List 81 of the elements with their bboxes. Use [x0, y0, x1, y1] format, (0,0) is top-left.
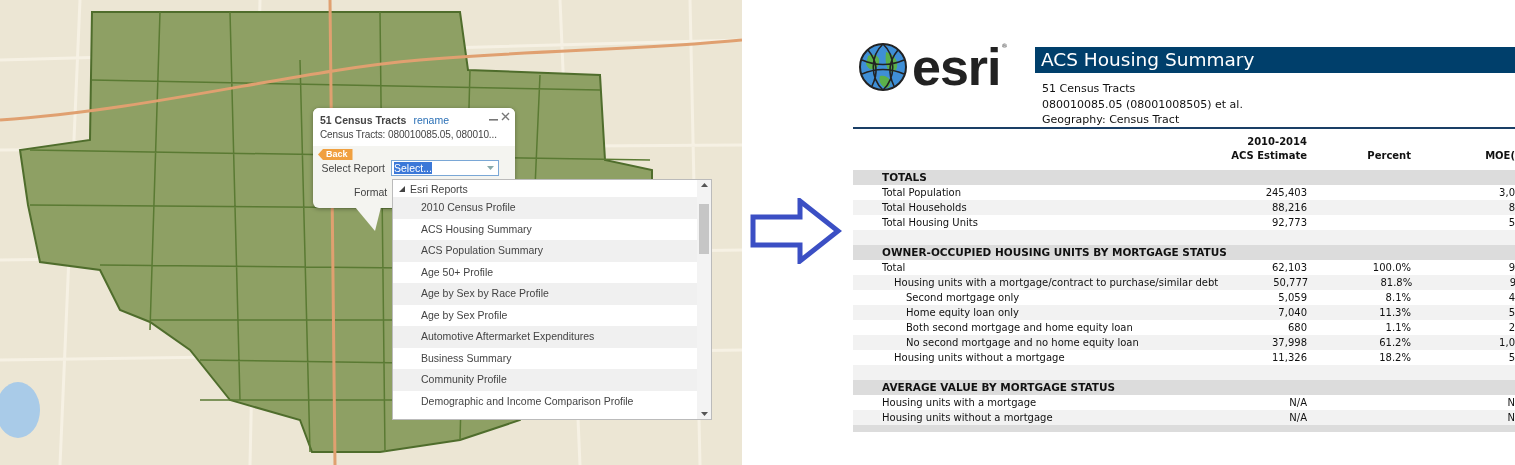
report-option[interactable]: Community Profile — [393, 369, 697, 391]
column-heading: 2010-2014 — [1247, 135, 1307, 149]
estimate-value: 5,059 — [1278, 292, 1307, 303]
popup-subtitle: Census Tracts: 080010085.05, 080010... — [320, 129, 497, 140]
percent-value: 1.1% — [1385, 322, 1411, 333]
moe-value: 8 — [1508, 202, 1515, 213]
moe-value: 9 — [1509, 277, 1515, 288]
section-heading: OWNER-OCCUPIED HOUSING UNITS BY MORTGAGE STATUS — [853, 245, 1515, 260]
percent-value: 8.1% — [1385, 292, 1411, 303]
report-option[interactable]: ACS Population Summary — [393, 240, 697, 262]
column-heading: ACS Estimate — [1231, 149, 1307, 163]
moe-value: 3,0 — [1499, 187, 1515, 198]
section-heading: AVERAGE VALUE BY MORTGAGE STATUS — [853, 380, 1515, 395]
report-info-line: 51 Census Tracts — [1042, 81, 1137, 97]
estimate-value: N/A — [1289, 412, 1307, 423]
report-title: ACS Housing Summary — [1035, 47, 1515, 73]
column-heading: MOE( — [1485, 149, 1515, 163]
percent-value: 61.2% — [1379, 337, 1411, 348]
rename-link[interactable]: rename — [413, 114, 449, 126]
row-label: Total Housing Units — [881, 216, 979, 230]
row-label: Housing units with a mortgage — [881, 396, 1038, 410]
row-label: Both second mortgage and home equity loan — [905, 321, 1134, 335]
row-label: Housing units without a mortgage — [881, 411, 1054, 425]
report-info-line: Geography: Census Tract — [1042, 112, 1181, 128]
globe-icon — [858, 41, 908, 92]
moe-value: 1,0 — [1499, 337, 1515, 348]
report-option[interactable]: Age by Sex by Race Profile — [393, 283, 697, 305]
estimate-value: 92,773 — [1272, 217, 1307, 228]
percent-value: 18.2% — [1379, 352, 1411, 363]
estimate-value: 7,040 — [1278, 307, 1307, 318]
row-label: Total Households — [881, 201, 968, 215]
select-report-label: Select Report — [320, 162, 385, 174]
estimate-value: 680 — [1287, 322, 1307, 333]
select-report-field[interactable]: Select... — [391, 160, 499, 176]
format-label: Format — [354, 186, 388, 198]
expanded-triangle-icon[interactable] — [399, 185, 405, 192]
moe-value: 5 — [1508, 217, 1515, 228]
scrollbar[interactable] — [697, 180, 711, 419]
report-option[interactable]: ACS Housing Summary — [393, 218, 697, 240]
moe-value: N — [1507, 412, 1515, 423]
logo-text: esri — [912, 40, 1001, 93]
row-label: Housing units without a mortgage — [893, 351, 1066, 365]
moe-value: N — [1507, 397, 1515, 408]
report-option[interactable]: Age by Sex Profile — [393, 304, 697, 326]
close-icon[interactable] — [501, 112, 510, 121]
report-option[interactable]: Automotive Aftermarket Expenditures — [393, 326, 697, 348]
caret-icon[interactable] — [487, 166, 494, 170]
moe-value: 4 — [1508, 292, 1515, 303]
moe-value: 5 — [1508, 352, 1515, 363]
moe-value: 5 — [1508, 307, 1515, 318]
percent-value: 81.8% — [1380, 277, 1413, 288]
estimate-value: N/A — [1289, 397, 1307, 408]
section-heading: TOTALS — [853, 170, 1515, 185]
group-header[interactable]: Esri Reports — [393, 180, 697, 197]
report-option[interactable]: Age 50+ Profile — [393, 261, 697, 283]
estimate-value: 50,777 — [1273, 277, 1309, 288]
report-option[interactable]: 2010 Census Profile — [393, 197, 697, 219]
row-label: Home equity loan only — [905, 306, 1021, 320]
row-label: No second mortgage and no home equity loan — [905, 336, 1140, 350]
report-option[interactable]: Business Summary — [393, 347, 697, 369]
moe-value: 9 — [1508, 262, 1515, 273]
row-label: Second mortgage only — [905, 291, 1021, 305]
estimate-value: 11,326 — [1272, 352, 1307, 363]
percent-value: 11.3% — [1379, 307, 1411, 318]
estimate-value: 37,998 — [1272, 337, 1307, 348]
scrollbar-thumb[interactable] — [699, 204, 709, 254]
estimate-value: 88,216 — [1272, 202, 1307, 213]
row-label: Total — [881, 261, 907, 275]
moe-value: 2 — [1508, 322, 1515, 333]
estimate-value: 62,103 — [1272, 262, 1307, 273]
column-heading: Percent — [1367, 149, 1411, 163]
percent-value: 100.0% — [1372, 262, 1411, 273]
row-label: Total Population — [881, 186, 963, 200]
scroll-up-icon[interactable] — [700, 183, 708, 187]
row-label: Housing units with a mortgage/contract to purchase/similar debt — [893, 276, 1219, 290]
popup-title: 51 Census Tracts — [320, 114, 407, 126]
estimate-value: 245,403 — [1265, 187, 1307, 198]
right-arrow-icon — [750, 198, 842, 264]
report-info-line: 080010085.05 (08001008505) et al. — [1042, 96, 1244, 112]
report-option[interactable]: Demographic and Income Comparison Profile — [393, 390, 697, 412]
scroll-down-icon[interactable] — [700, 412, 708, 416]
